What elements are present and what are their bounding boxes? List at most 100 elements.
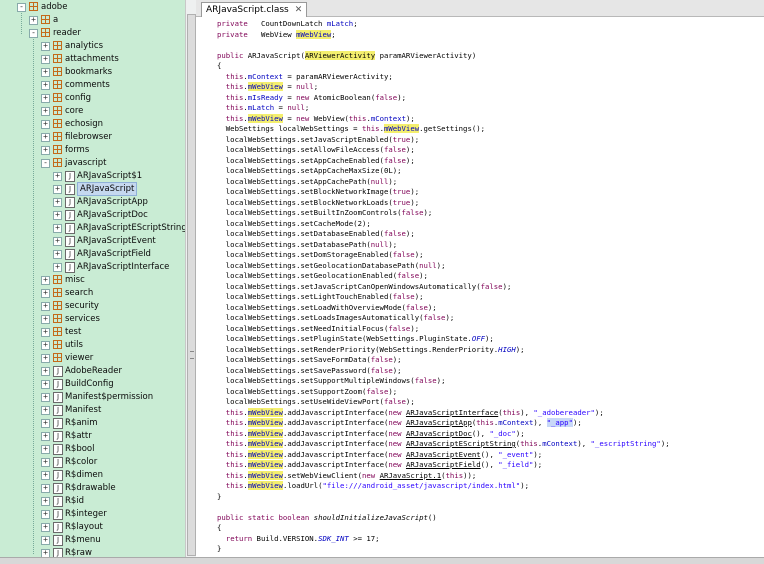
expand-icon[interactable]: + bbox=[53, 185, 62, 194]
tree-item-r-dimen[interactable]: + J R$dimen bbox=[0, 469, 185, 482]
tree-item-manifest[interactable]: + J Manifest bbox=[0, 404, 185, 417]
expand-icon[interactable]: + bbox=[41, 42, 50, 51]
expand-icon[interactable]: + bbox=[41, 120, 50, 129]
expand-icon[interactable]: + bbox=[41, 380, 50, 389]
expand-icon[interactable]: + bbox=[41, 458, 50, 467]
code-line: this.mWebView = null; bbox=[217, 82, 318, 93]
expand-icon[interactable]: + bbox=[41, 328, 50, 337]
expand-icon[interactable]: + bbox=[41, 276, 50, 285]
expand-icon[interactable]: + bbox=[41, 94, 50, 103]
tree-item-config[interactable]: + config bbox=[0, 92, 185, 105]
expand-icon[interactable]: + bbox=[53, 237, 62, 246]
expand-icon[interactable]: + bbox=[41, 367, 50, 376]
code-editor[interactable]: private CountDownLatch mLatch; private We… bbox=[196, 17, 764, 563]
expand-icon[interactable]: + bbox=[53, 224, 62, 233]
tree-item-search[interactable]: + search bbox=[0, 287, 185, 300]
code-token: ); bbox=[515, 428, 525, 438]
tree-item-comments[interactable]: + comments bbox=[0, 79, 185, 92]
expand-icon[interactable]: + bbox=[41, 510, 50, 519]
expand-icon[interactable]: + bbox=[41, 107, 50, 116]
tree-item-r-bool[interactable]: + J R$bool bbox=[0, 443, 185, 456]
collapse-icon[interactable]: - bbox=[41, 159, 50, 168]
tree-item-arjavascriptdoc[interactable]: + J ARJavaScriptDoc bbox=[0, 209, 185, 222]
tree-item-arjavascriptevent[interactable]: + J ARJavaScriptEvent bbox=[0, 235, 185, 248]
expand-icon[interactable]: + bbox=[41, 497, 50, 506]
tree-item-label: R$id bbox=[65, 496, 85, 506]
tree-item-core[interactable]: + core bbox=[0, 105, 185, 118]
code-token: new bbox=[388, 418, 402, 427]
expand-icon[interactable]: + bbox=[41, 341, 50, 350]
tree-item-manifest-permission[interactable]: + J Manifest$permission bbox=[0, 391, 185, 404]
code-token: this bbox=[502, 407, 521, 417]
tree-item-analytics[interactable]: + analytics bbox=[0, 40, 185, 53]
tree-item-arjavascriptfield[interactable]: + J ARJavaScriptField bbox=[0, 248, 185, 261]
expand-icon[interactable]: + bbox=[41, 146, 50, 155]
tree-item-arjavascriptescriptstring[interactable]: + J ARJavaScriptEScriptString bbox=[0, 222, 185, 235]
tree-item-adobe[interactable]: - adobe bbox=[0, 1, 185, 14]
tree-item-services[interactable]: + services bbox=[0, 313, 185, 326]
tree-item-r-anim[interactable]: + J R$anim bbox=[0, 417, 185, 430]
tree-item-buildconfig[interactable]: + J BuildConfig bbox=[0, 378, 185, 391]
tree-item-r-attr[interactable]: + J R$attr bbox=[0, 430, 185, 443]
tree-item-viewer[interactable]: + viewer bbox=[0, 352, 185, 365]
close-icon[interactable]: ✕ bbox=[295, 5, 303, 15]
tree-item-javascript[interactable]: - javascript bbox=[0, 157, 185, 170]
expand-icon[interactable]: + bbox=[41, 445, 50, 454]
tree-item-r-id[interactable]: + J R$id bbox=[0, 495, 185, 508]
code-token: ); bbox=[388, 239, 398, 249]
expand-icon[interactable]: + bbox=[41, 315, 50, 324]
tree-item-label: R$dimen bbox=[65, 470, 103, 480]
expand-icon[interactable]: + bbox=[41, 419, 50, 428]
tree-item-utils[interactable]: + utils bbox=[0, 339, 185, 352]
expand-icon[interactable]: + bbox=[53, 250, 62, 259]
code-token: ARJavaScriptEvent bbox=[405, 449, 481, 459]
expand-icon[interactable]: + bbox=[53, 263, 62, 272]
tree-item-echosign[interactable]: + echosign bbox=[0, 118, 185, 131]
expand-icon[interactable]: + bbox=[41, 289, 50, 298]
tree-item-misc[interactable]: + misc bbox=[0, 274, 185, 287]
expand-icon[interactable]: + bbox=[41, 81, 50, 90]
tree-vertical-scrollbar[interactable] bbox=[185, 0, 196, 563]
expand-icon[interactable]: + bbox=[41, 133, 50, 142]
expand-icon[interactable]: + bbox=[41, 471, 50, 480]
expand-icon[interactable]: + bbox=[41, 523, 50, 532]
expand-icon[interactable]: + bbox=[41, 432, 50, 441]
expand-icon[interactable]: + bbox=[41, 393, 50, 402]
tree-item-r-integer[interactable]: + J R$integer bbox=[0, 508, 185, 521]
code-token: ARJavaScriptField bbox=[405, 460, 481, 469]
expand-icon[interactable]: + bbox=[41, 302, 50, 311]
expand-icon[interactable]: + bbox=[41, 354, 50, 363]
expand-icon[interactable]: + bbox=[41, 536, 50, 545]
tree-item-a[interactable]: + a bbox=[0, 14, 185, 27]
collapse-icon[interactable]: - bbox=[17, 3, 26, 12]
tree-item-test[interactable]: + test bbox=[0, 326, 185, 339]
tree-item-r-layout[interactable]: + J R$layout bbox=[0, 521, 185, 534]
tree-item-adobereader[interactable]: + J AdobeReader bbox=[0, 365, 185, 378]
expand-icon[interactable]: + bbox=[41, 68, 50, 77]
tree-item-arjavascript[interactable]: + J ARJavaScript bbox=[0, 182, 185, 196]
code-line: localWebSettings.setBlockNetworkImage(tr… bbox=[217, 187, 419, 198]
expand-icon[interactable]: + bbox=[41, 484, 50, 493]
expand-icon[interactable]: + bbox=[53, 172, 62, 181]
expand-icon[interactable]: + bbox=[29, 16, 38, 25]
tree-item-r-menu[interactable]: + J R$menu bbox=[0, 534, 185, 547]
editor-tab[interactable]: ARJavaScript.class ✕ bbox=[201, 2, 308, 17]
tree-item-forms[interactable]: + forms bbox=[0, 144, 185, 157]
tree-item-attachments[interactable]: + attachments bbox=[0, 53, 185, 66]
tree-item-arjavascriptapp[interactable]: + J ARJavaScriptApp bbox=[0, 196, 185, 209]
tree-item-security[interactable]: + security bbox=[0, 300, 185, 313]
code-token: mIsReady bbox=[247, 92, 283, 102]
expand-icon[interactable]: + bbox=[41, 55, 50, 64]
tree-item-r-color[interactable]: + J R$color bbox=[0, 456, 185, 469]
tree-item-r-drawable[interactable]: + J R$drawable bbox=[0, 482, 185, 495]
scrollbar-thumb[interactable] bbox=[187, 14, 196, 556]
collapse-icon[interactable]: - bbox=[29, 29, 38, 38]
expand-icon[interactable]: + bbox=[53, 211, 62, 220]
expand-icon[interactable]: + bbox=[53, 198, 62, 207]
expand-icon[interactable]: + bbox=[41, 406, 50, 415]
tree-item-arjavascriptinterface[interactable]: + J ARJavaScriptInterface bbox=[0, 261, 185, 274]
tree-item-reader[interactable]: - reader bbox=[0, 27, 185, 40]
tree-item-bookmarks[interactable]: + bookmarks bbox=[0, 66, 185, 79]
code-token: localWebSettings.setSaveFormData( bbox=[217, 355, 371, 364]
tree-item-filebrowser[interactable]: + filebrowser bbox=[0, 131, 185, 144]
